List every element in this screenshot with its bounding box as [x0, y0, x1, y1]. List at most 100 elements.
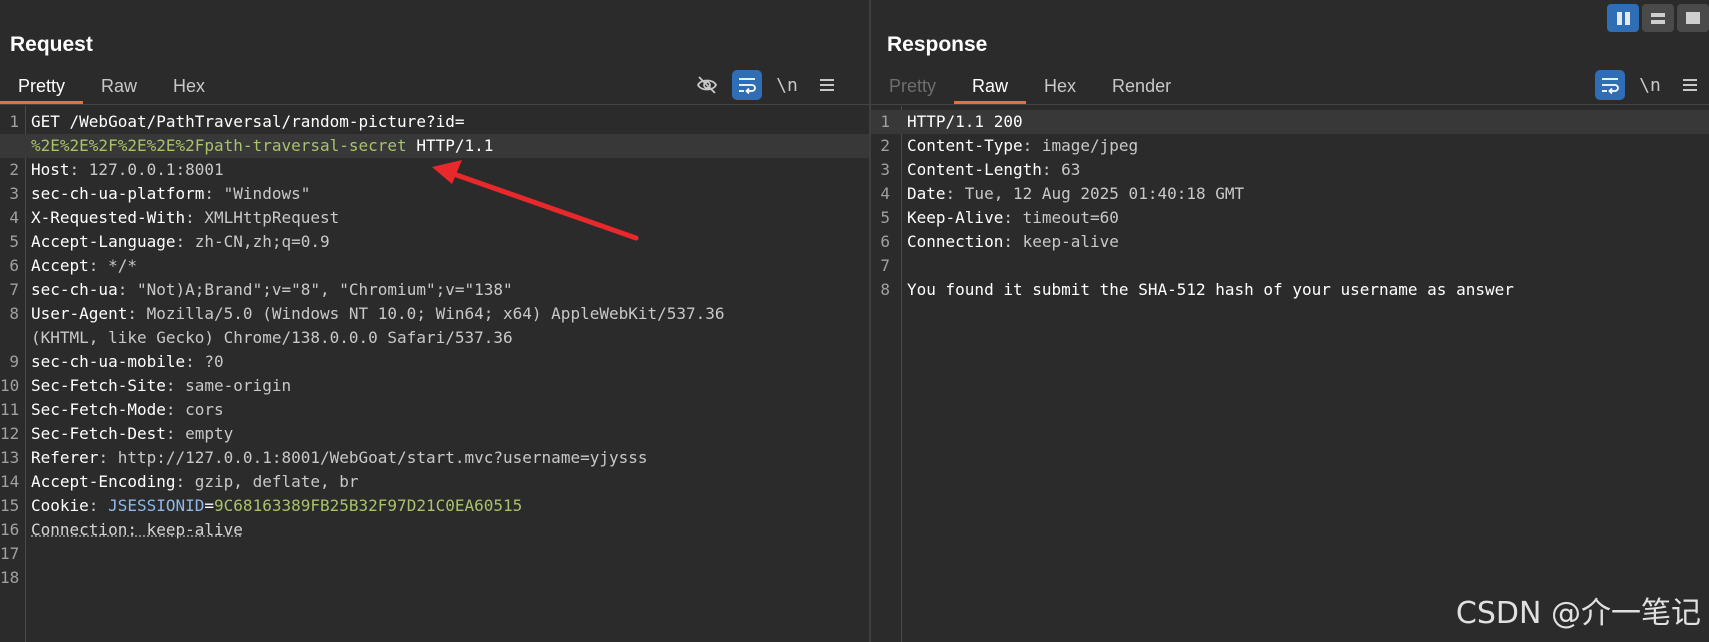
- code-token: : Tue, 12 Aug 2025 01:40:18 GMT: [945, 184, 1245, 203]
- line-number: 4: [9, 208, 19, 227]
- line-number: 3: [9, 184, 19, 203]
- code-token: Accept: [31, 256, 89, 275]
- tab-divider: [0, 104, 869, 105]
- code-token: User-Agent: [31, 304, 128, 323]
- line-number: 2: [880, 136, 890, 155]
- code-line: 12 Sec-Fetch-Dest: empty: [0, 422, 869, 446]
- code-token: Cookie: [31, 496, 89, 515]
- code-token: Accept-Encoding: [31, 472, 176, 491]
- menu-icon[interactable]: [812, 70, 842, 100]
- code-token: X-Requested-With: [31, 208, 186, 227]
- line-content: User-Agent: Mozilla/5.0 (Windows NT 10.0…: [31, 302, 725, 326]
- code-line: 2 Content-Type: image/jpeg: [871, 134, 1709, 158]
- response-tab-hex[interactable]: Hex: [1026, 68, 1094, 104]
- code-token: Sec-Fetch-Dest: [31, 424, 166, 443]
- request-tab-pretty[interactable]: Pretty: [0, 68, 84, 104]
- code-line: 16 Connection: keep-alive: [0, 518, 869, 542]
- code-token: You found it submit the SHA-512 hash of …: [907, 280, 1514, 299]
- newline-toggle-button[interactable]: \n: [772, 70, 802, 100]
- line-number: 11: [0, 400, 20, 419]
- code-token: 9C68163389FB25B32F97D21C0EA60515: [214, 496, 523, 515]
- code-line: 4 Date: Tue, 12 Aug 2025 01:40:18 GMT: [871, 182, 1709, 206]
- code-token: Referer: [31, 448, 99, 467]
- request-toolbar: \n: [692, 70, 842, 100]
- line-number: 14: [0, 472, 20, 491]
- request-editor[interactable]: 1 GET /WebGoat/PathTraversal/random-pictu…: [0, 106, 869, 642]
- code-line: 5 Accept-Language: zh-CN,zh;q=0.9: [0, 230, 869, 254]
- code-token: sec-ch-ua-platform: [31, 184, 205, 203]
- code-token: : XMLHttpRequest: [185, 208, 340, 227]
- menu-icon[interactable]: [1675, 70, 1705, 100]
- code-line: (KHTML, like Gecko) Chrome/138.0.0.0 Saf…: [0, 326, 869, 350]
- code-token: : timeout=60: [1003, 208, 1119, 227]
- line-content: %2E%2E%2F%2E%2E%2Fpath-traversal-secret …: [31, 134, 493, 158]
- response-toolbar: \n: [1595, 70, 1705, 100]
- line-content: Content-Type: image/jpeg: [907, 134, 1138, 158]
- line-number: 4: [880, 184, 890, 203]
- code-line: 8 You found it submit the SHA-512 hash of…: [871, 278, 1709, 302]
- code-token: : */*: [88, 256, 137, 275]
- code-line: 10 Sec-Fetch-Site: same-origin: [0, 374, 869, 398]
- code-line: 1 GET /WebGoat/PathTraversal/random-pictu…: [0, 110, 869, 134]
- code-token: : "Windows": [204, 184, 311, 203]
- code-line: 2 Host: 127.0.0.1:8001: [0, 158, 869, 182]
- line-number: 6: [880, 232, 890, 251]
- response-tab-render[interactable]: Render: [1094, 68, 1189, 104]
- line-content: You found it submit the SHA-512 hash of …: [907, 278, 1514, 302]
- code-token: : cors: [165, 400, 224, 419]
- code-token: JSESSIONID: [108, 496, 205, 515]
- line-content: sec-ch-ua: "Not)A;Brand";v="8", "Chromiu…: [31, 278, 513, 302]
- eye-off-icon[interactable]: [692, 70, 722, 100]
- line-number: 9: [9, 352, 19, 371]
- response-editor[interactable]: 1 HTTP/1.1 200 2 Content-Type: image/jpeg 3 C…: [871, 106, 1709, 642]
- request-tab-raw[interactable]: Raw: [83, 68, 155, 104]
- code-line: 6 Connection: keep-alive: [871, 230, 1709, 254]
- code-line: 5 Keep-Alive: timeout=60: [871, 206, 1709, 230]
- line-content: Sec-Fetch-Mode: cors: [31, 398, 224, 422]
- side-by-side-icon[interactable]: [1607, 4, 1639, 32]
- code-token: Connection: [907, 232, 1004, 251]
- code-token: sec-ch-ua-mobile: [31, 352, 186, 371]
- code-line: 7 sec-ch-ua: "Not)A;Brand";v="8", "Chromi…: [0, 278, 869, 302]
- line-content: Date: Tue, 12 Aug 2025 01:40:18 GMT: [907, 182, 1244, 206]
- line-number: 13: [0, 448, 20, 467]
- line-content: HTTP/1.1 200: [907, 110, 1023, 134]
- single-view-icon[interactable]: [1677, 4, 1709, 32]
- line-content: X-Requested-With: XMLHttpRequest: [31, 206, 339, 230]
- newline-toggle-button[interactable]: \n: [1635, 70, 1665, 100]
- view-layout-switch: [1607, 4, 1709, 32]
- wrap-icon[interactable]: [732, 70, 762, 100]
- code-line: 3 sec-ch-ua-platform: "Windows": [0, 182, 869, 206]
- response-tabs: Pretty Raw Hex Render: [871, 68, 1189, 104]
- line-number: 5: [880, 208, 890, 227]
- request-lines: 1 GET /WebGoat/PathTraversal/random-pictu…: [0, 110, 869, 590]
- code-line: 18: [0, 566, 869, 590]
- code-token: : empty: [165, 424, 234, 443]
- code-line: 8 User-Agent: Mozilla/5.0 (Windows NT 10.…: [0, 302, 869, 326]
- code-token: GET /WebGoat/PathTraversal/random-pictur…: [31, 112, 465, 131]
- code-token: :: [88, 496, 109, 515]
- code-token: (KHTML, like Gecko) Chrome/138.0.0.0 Saf…: [31, 328, 513, 347]
- line-content: sec-ch-ua-platform: "Windows": [31, 182, 310, 206]
- code-token: : 63: [1041, 160, 1081, 179]
- code-line: %2E%2E%2F%2E%2E%2Fpath-traversal-secret …: [0, 134, 869, 158]
- line-content: Keep-Alive: timeout=60: [907, 206, 1119, 230]
- code-line: 3 Content-Length: 63: [871, 158, 1709, 182]
- line-content: Host: 127.0.0.1:8001: [31, 158, 224, 182]
- stacked-icon[interactable]: [1642, 4, 1674, 32]
- response-tab-raw[interactable]: Raw: [954, 68, 1027, 104]
- line-number: 12: [0, 424, 20, 443]
- response-tab-pretty[interactable]: Pretty: [871, 68, 954, 104]
- wrap-icon[interactable]: [1595, 70, 1625, 100]
- request-pane: Request Pretty Raw Hex \n 1 GET /WebGoat…: [0, 0, 869, 642]
- code-line: 1 HTTP/1.1 200: [871, 110, 1709, 134]
- line-content: Connection: keep-alive: [31, 518, 243, 542]
- request-tab-hex[interactable]: Hex: [155, 68, 223, 104]
- code-token: =: [204, 496, 215, 515]
- code-token: Sec-Fetch-Mode: [31, 400, 166, 419]
- line-number: 1: [880, 112, 890, 131]
- code-token: : Mozilla/5.0 (Windows NT 10.0; Win64; x…: [127, 304, 725, 323]
- line-number: 2: [9, 160, 19, 179]
- code-token: Host: [31, 160, 70, 179]
- code-line: 13 Referer: http://127.0.0.1:8001/WebGoat…: [0, 446, 869, 470]
